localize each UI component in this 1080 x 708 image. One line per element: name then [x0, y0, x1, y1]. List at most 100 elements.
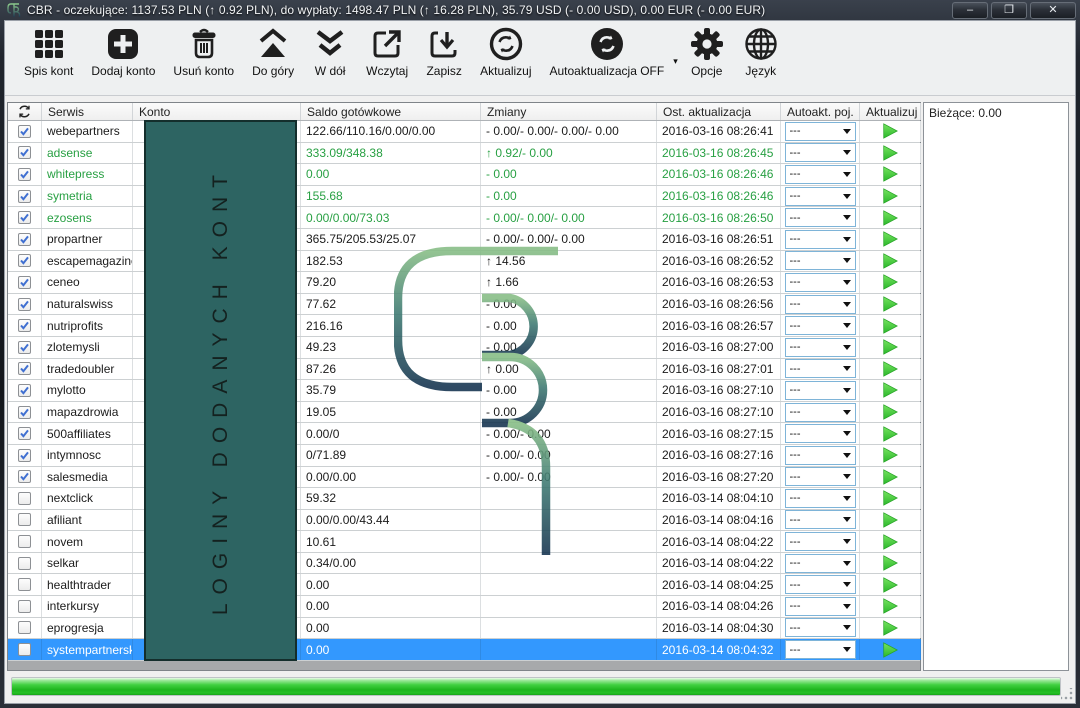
autoupdate-select[interactable]: ---: [784, 510, 856, 530]
autoupdate-select[interactable]: ---: [784, 424, 856, 444]
maximize-button[interactable]: ❐: [991, 1, 1027, 19]
row-checkbox[interactable]: [18, 599, 31, 613]
row-update-button[interactable]: [879, 533, 901, 551]
autoupdate-select[interactable]: ---: [784, 380, 856, 400]
row-update-button[interactable]: [879, 273, 901, 291]
row-checkbox[interactable]: [18, 556, 31, 570]
autoupdate-select[interactable]: ---: [784, 640, 856, 660]
autoupdate-select[interactable]: ---: [784, 532, 856, 552]
autoupdate-select[interactable]: ---: [784, 445, 856, 465]
wczytaj-button[interactable]: Wczytaj: [357, 26, 417, 78]
row-checkbox[interactable]: [18, 319, 31, 333]
autoupdate-select[interactable]: ---: [784, 402, 856, 422]
autoupdate-select[interactable]: ---: [784, 553, 856, 573]
autoaktualizacja-button[interactable]: Autoaktualizacja OFF: [541, 26, 674, 78]
row-update-button[interactable]: [879, 576, 901, 594]
close-button[interactable]: ✕: [1030, 1, 1076, 19]
titlebar[interactable]: CBR - oczekujące: 1137.53 PLN (↑ 0.92 PL…: [0, 0, 1080, 20]
row-update-button[interactable]: [879, 489, 901, 507]
autoupdate-select[interactable]: ---: [784, 316, 856, 336]
row-update-button[interactable]: [879, 641, 901, 659]
autoupdate-dropdown-caret[interactable]: ▾: [673, 56, 678, 67]
row-update-button[interactable]: [879, 230, 901, 248]
col-header-autoakt-poj[interactable]: Autoakt. poj.: [781, 103, 860, 120]
row-update-button[interactable]: [879, 165, 901, 183]
autoupdate-select[interactable]: ---: [784, 596, 856, 616]
do-gory-button[interactable]: Do góry: [243, 26, 303, 78]
col-header-ost-aktualizacja[interactable]: Ost. aktualizacja: [657, 103, 781, 120]
row-checkbox[interactable]: [18, 254, 31, 268]
row-update-button[interactable]: [879, 209, 901, 227]
autoupdate-select[interactable]: ---: [784, 337, 856, 357]
col-header-saldo[interactable]: Saldo gotówkowe: [301, 103, 481, 120]
row-update-button[interactable]: [879, 360, 901, 378]
autoupdate-select[interactable]: ---: [784, 359, 856, 379]
row-checkbox[interactable]: [18, 643, 31, 657]
row-checkbox[interactable]: [18, 189, 31, 203]
col-header-aktualizuj[interactable]: Aktualizuj: [860, 103, 921, 120]
row-update-button[interactable]: [879, 122, 901, 140]
autoupdate-select[interactable]: ---: [784, 251, 856, 271]
resize-grip[interactable]: [1061, 688, 1073, 700]
row-checkbox[interactable]: [18, 167, 31, 181]
autoupdate-select[interactable]: ---: [784, 575, 856, 595]
row-checkbox[interactable]: [18, 340, 31, 354]
row-checkbox[interactable]: [18, 491, 31, 505]
w-dol-button[interactable]: W dół: [303, 26, 357, 78]
autoupdate-select[interactable]: ---: [784, 164, 856, 184]
row-checkbox[interactable]: [18, 211, 31, 225]
row-update-button[interactable]: [879, 425, 901, 443]
autoupdate-select[interactable]: ---: [784, 121, 856, 141]
autoupdate-select[interactable]: ---: [784, 618, 856, 638]
autoupdate-select[interactable]: ---: [784, 186, 856, 206]
row-update-button[interactable]: [879, 619, 901, 637]
autoupdate-select[interactable]: ---: [784, 143, 856, 163]
row-checkbox[interactable]: [18, 578, 31, 592]
autoupdate-select[interactable]: ---: [784, 467, 856, 487]
row-update-button[interactable]: [879, 187, 901, 205]
row-update-button[interactable]: [879, 338, 901, 356]
opcje-button[interactable]: Opcje: [680, 26, 734, 78]
row-checkbox[interactable]: [18, 232, 31, 246]
row-checkbox[interactable]: [18, 513, 31, 527]
jezyk-button[interactable]: Język: [734, 26, 788, 78]
row-update-button[interactable]: [879, 317, 901, 335]
row-checkbox[interactable]: [18, 470, 31, 484]
row-update-button[interactable]: [879, 446, 901, 464]
row-checkbox[interactable]: [18, 383, 31, 397]
row-checkbox[interactable]: [18, 146, 31, 160]
row-checkbox[interactable]: [18, 535, 31, 549]
spis-kont-button[interactable]: Spis kont: [15, 26, 82, 78]
row-update-button[interactable]: [879, 468, 901, 486]
autoupdate-select[interactable]: ---: [784, 208, 856, 228]
zapisz-button[interactable]: Zapisz: [417, 26, 471, 78]
row-update-button[interactable]: [879, 554, 901, 572]
row-checkbox[interactable]: [18, 297, 31, 311]
autoupdate-select[interactable]: ---: [784, 229, 856, 249]
row-update-button[interactable]: [879, 295, 901, 313]
row-checkbox[interactable]: [18, 448, 31, 462]
autoupdate-select[interactable]: ---: [784, 488, 856, 508]
row-update-button[interactable]: [879, 403, 901, 421]
row-update-button[interactable]: [879, 252, 901, 270]
col-header-serwis[interactable]: Serwis: [42, 103, 133, 120]
row-checkbox[interactable]: [18, 124, 31, 138]
aktualizuj-button[interactable]: Aktualizuj: [471, 26, 540, 78]
row-update-button[interactable]: [879, 511, 901, 529]
row-checkbox[interactable]: [18, 275, 31, 289]
usun-konto-button[interactable]: Usuń konto: [164, 26, 243, 78]
dodaj-konto-button[interactable]: Dodaj konto: [82, 26, 164, 78]
col-header-zmiany[interactable]: Zmiany: [481, 103, 657, 120]
autoupdate-select[interactable]: ---: [784, 294, 856, 314]
row-checkbox[interactable]: [18, 621, 31, 635]
minimize-button[interactable]: –: [952, 1, 988, 19]
row-update-button[interactable]: [879, 597, 901, 615]
row-checkbox[interactable]: [18, 362, 31, 376]
row-checkbox[interactable]: [18, 405, 31, 419]
refresh-all-header[interactable]: [8, 103, 42, 120]
row-update-button[interactable]: [879, 381, 901, 399]
autoupdate-select[interactable]: ---: [784, 272, 856, 292]
col-header-konto[interactable]: Konto: [133, 103, 301, 120]
row-checkbox[interactable]: [18, 427, 31, 441]
row-update-button[interactable]: [879, 144, 901, 162]
